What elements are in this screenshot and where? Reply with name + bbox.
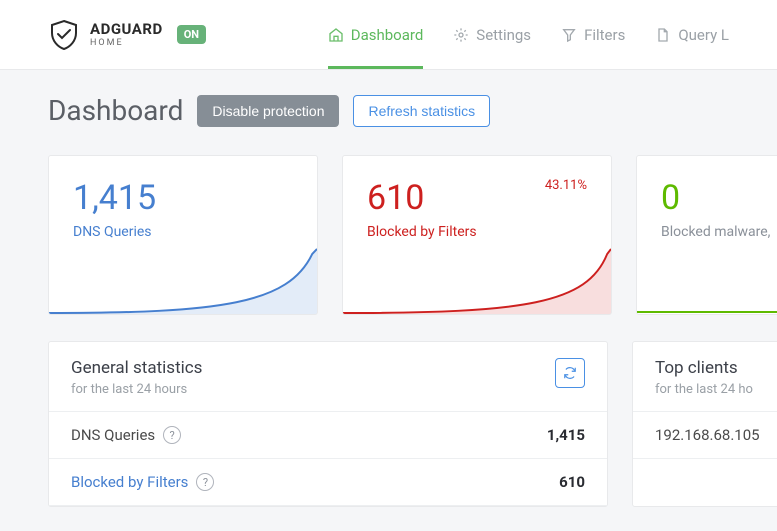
refresh-statistics-button[interactable]: Refresh statistics xyxy=(353,95,490,127)
card-dns-queries[interactable]: 1,415 DNS Queries xyxy=(48,155,318,315)
nav-label: Settings xyxy=(476,26,531,44)
row-value: 610 xyxy=(559,473,585,491)
shield-check-icon xyxy=(48,19,80,51)
funnel-icon xyxy=(561,27,577,43)
nav-query-log[interactable]: Query L xyxy=(655,0,729,69)
refresh-icon-button[interactable] xyxy=(555,358,585,388)
disable-protection-button[interactable]: Disable protection xyxy=(197,95,339,127)
title-row: Dashboard Disable protection Refresh sta… xyxy=(48,94,729,127)
nav-label: Dashboard xyxy=(351,26,424,44)
brand-sub: HOME xyxy=(90,39,163,48)
panel-head: General statistics for the last 24 hours xyxy=(49,342,607,412)
row-label[interactable]: Blocked by Filters xyxy=(71,473,188,491)
brand-name: ADGUARD xyxy=(90,22,163,37)
nav-label: Query L xyxy=(678,26,729,44)
home-icon xyxy=(328,27,344,43)
card-label: Blocked malware, xyxy=(661,224,771,240)
top-clients-panel: Top clients for the last 24 ho 192.168.6… xyxy=(632,341,777,507)
gear-icon xyxy=(453,27,469,43)
card-blocked[interactable]: 43.11% 610 Blocked by Filters xyxy=(342,155,612,315)
help-icon[interactable]: ? xyxy=(196,473,214,491)
sparkline-icon xyxy=(637,244,777,314)
page-content: Dashboard Disable protection Refresh sta… xyxy=(0,70,777,531)
nav-settings[interactable]: Settings xyxy=(453,0,531,69)
refresh-icon xyxy=(563,366,577,380)
card-value: 1,415 xyxy=(73,178,293,218)
panel-sub: for the last 24 hours xyxy=(71,382,202,397)
stat-row-queries: DNS Queries ? 1,415 xyxy=(49,412,607,459)
panel-title: Top clients xyxy=(655,358,753,378)
cards-row: 1,415 DNS Queries 43.11% 610 Blocked by … xyxy=(48,155,729,315)
client-ip: 192.168.68.105 xyxy=(655,426,760,444)
panels-row: General statistics for the last 24 hours… xyxy=(48,341,729,507)
row-label: DNS Queries xyxy=(71,426,155,444)
sparkline-icon xyxy=(343,244,611,314)
document-icon xyxy=(655,27,671,43)
panel-title: General statistics xyxy=(71,358,202,378)
card-malware[interactable]: 0 Blocked malware, xyxy=(636,155,777,315)
nav-label: Filters xyxy=(584,26,625,44)
header: ADGUARD HOME ON Dashboard Settings Filte… xyxy=(0,0,777,70)
client-row[interactable]: 192.168.68.105 xyxy=(633,412,777,459)
sparkline-icon xyxy=(49,244,317,314)
panel-sub: for the last 24 ho xyxy=(655,382,753,397)
nav-dashboard[interactable]: Dashboard xyxy=(328,0,424,69)
card-label: Blocked by Filters xyxy=(367,224,587,240)
status-badge: ON xyxy=(177,25,206,44)
page-title: Dashboard xyxy=(48,94,183,127)
general-statistics-panel: General statistics for the last 24 hours… xyxy=(48,341,608,507)
nav-filters[interactable]: Filters xyxy=(561,0,625,69)
card-percent: 43.11% xyxy=(545,178,587,193)
row-value: 1,415 xyxy=(547,426,585,444)
stat-row-blocked: Blocked by Filters ? 610 xyxy=(49,459,607,506)
logo[interactable]: ADGUARD HOME ON xyxy=(48,19,206,51)
card-label: DNS Queries xyxy=(73,224,293,240)
help-icon[interactable]: ? xyxy=(163,426,181,444)
card-value: 0 xyxy=(661,178,771,218)
panel-head: Top clients for the last 24 ho xyxy=(633,342,777,412)
nav: Dashboard Settings Filters Query L xyxy=(328,0,729,69)
